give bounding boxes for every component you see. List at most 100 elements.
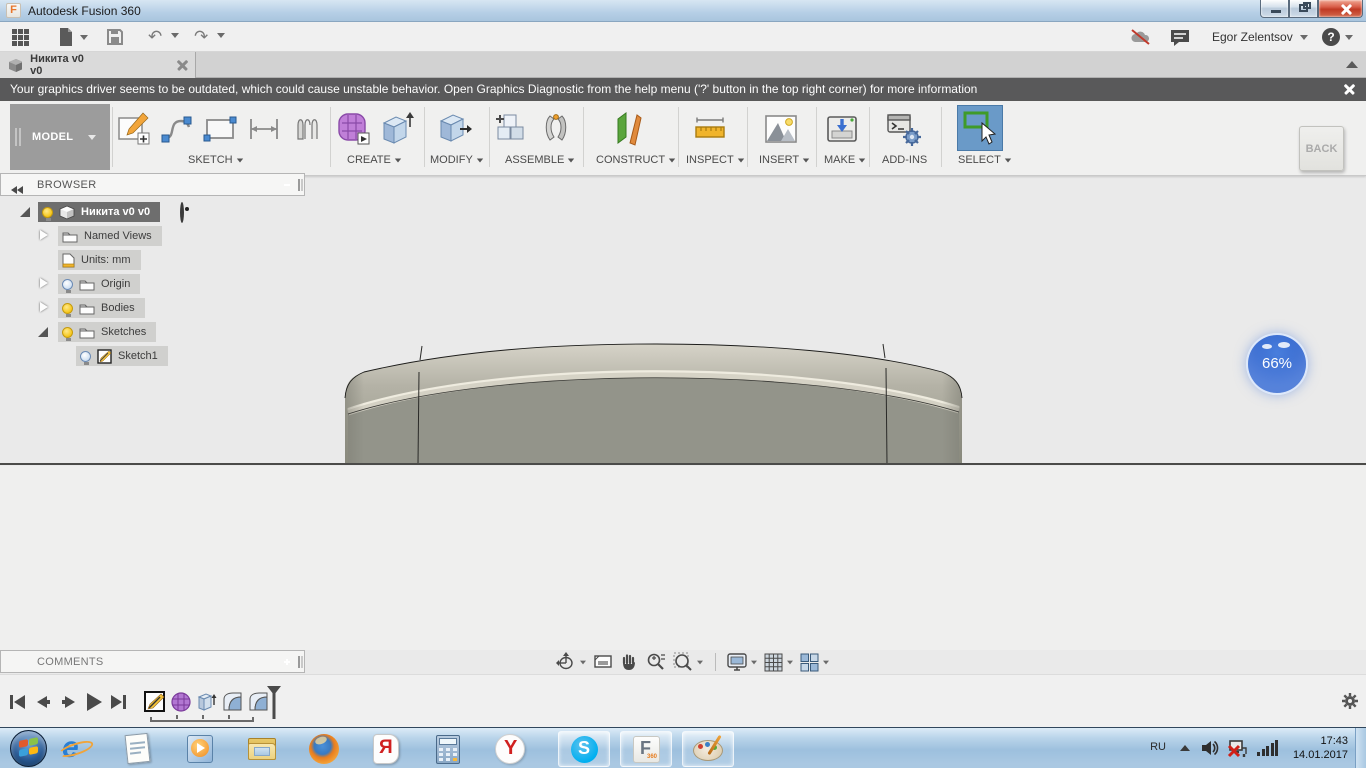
extrude-icon[interactable] [378,111,414,147]
taskbar-calculator[interactable] [432,733,464,765]
taskbar-paint-active[interactable] [682,731,734,767]
ribbon-group-make[interactable]: MAKE [824,154,866,166]
tray-clock[interactable]: 17:43 14.01.2017 [1284,734,1348,762]
user-account-button[interactable]: Egor Zelentsov [1212,30,1308,44]
timeline-form-feature[interactable] [170,691,192,713]
rectangle-tool-icon[interactable] [202,111,238,147]
taskbar-notepad[interactable] [122,732,154,765]
zoom-icon[interactable] [645,652,667,672]
tree-row-bodies[interactable]: Bodies [0,296,306,320]
insert-image-icon[interactable] [763,111,799,147]
create-sketch-icon[interactable] [116,111,152,147]
back-button[interactable]: BACK [1299,126,1344,171]
comments-feed-button[interactable] [1170,29,1190,52]
tree-node-folder[interactable]: Origin [58,274,141,294]
chevron-down-icon[interactable] [823,660,829,664]
expander-collapsed-icon[interactable] [40,230,48,240]
tree-node-sketch[interactable]: Sketch1 [76,346,168,366]
zoom-window-tool[interactable] [673,652,704,672]
undo-button[interactable]: ↶ [148,28,179,47]
press-pull-icon[interactable] [436,111,472,147]
signal-strength-icon[interactable] [1257,740,1278,756]
mirror-tool-icon[interactable] [286,111,322,147]
tree-row-named-views[interactable]: Named Views [0,224,306,248]
restore-button[interactable] [1289,0,1318,18]
offline-status-button[interactable] [1130,29,1152,50]
ribbon-group-create[interactable]: CREATE [347,154,402,166]
grid-display-tool[interactable] [764,653,794,672]
visibility-bulb-off-icon[interactable] [62,278,73,293]
help-button[interactable]: ? [1322,28,1353,46]
activate-component-radio[interactable] [180,202,184,223]
document-tab[interactable]: Никита v0 v0 [0,52,196,78]
timeline-extrude-feature[interactable] [196,691,218,713]
workspace-switcher[interactable]: MODEL [10,104,110,170]
taskbar-file-explorer[interactable] [246,733,278,765]
ribbon-group-select[interactable]: SELECT [958,154,1012,166]
tree-row-sketch1[interactable]: Sketch1 [0,344,306,368]
scripts-addins-icon[interactable] [886,111,922,147]
chevron-down-icon[interactable] [697,660,703,664]
tree-row-sketches[interactable]: Sketches [0,320,306,344]
collapse-toolbar-icon[interactable] [1346,61,1358,68]
timeline-fillet-feature[interactable] [222,691,244,713]
tree-node-folder[interactable]: Sketches [58,322,157,342]
expander-open-icon[interactable] [20,207,30,217]
tray-expand-icon[interactable] [1180,745,1190,751]
timeline-step-back-button[interactable] [34,693,52,711]
timeline-sketch-feature[interactable] [144,691,166,713]
panel-grip[interactable] [298,656,300,668]
visibility-bulb-off-icon[interactable] [80,350,91,365]
ribbon-group-sketch[interactable]: SKETCH [188,154,244,166]
ribbon-group-insert[interactable]: INSERT [759,154,810,166]
chevron-down-icon[interactable] [580,660,586,664]
look-at-icon[interactable] [593,652,613,672]
display-settings-tool[interactable] [727,652,758,672]
timeline-play-button[interactable] [84,691,104,713]
taskbar-yandex[interactable]: Y [494,733,526,765]
panel-grip[interactable] [298,179,300,191]
joint-icon[interactable] [538,111,574,147]
3d-print-icon[interactable] [824,111,860,147]
orbit-tool[interactable] [556,652,587,672]
browser-header[interactable]: BROWSER [0,173,305,196]
timeline-go-end-button[interactable] [110,693,128,711]
redo-button[interactable]: ↷ [194,28,225,47]
chevron-down-icon[interactable] [216,33,225,38]
create-form-icon[interactable] [336,111,372,147]
select-tool-button[interactable] [957,105,1003,151]
close-button[interactable] [1318,0,1363,18]
pan-hand-icon[interactable] [619,652,639,672]
taskbar-firefox[interactable] [308,733,340,765]
timeline-position-marker[interactable] [266,685,282,721]
expander-collapsed-icon[interactable] [40,302,48,312]
tree-node-document[interactable]: Никита v0 v0 [38,202,161,222]
dimension-tool-icon[interactable] [246,111,282,147]
tab-close-icon[interactable] [177,60,187,71]
visibility-bulb-on-icon[interactable] [42,206,53,221]
tree-node-units[interactable]: Units: mm [58,250,141,270]
tree-row-root[interactable]: Никита v0 v0 [0,200,306,224]
timeline-go-start-button[interactable] [8,693,26,711]
model-body[interactable] [338,338,978,464]
tree-node-folder[interactable]: Named Views [58,226,162,246]
tree-row-units[interactable]: Units: mm [0,248,306,272]
expander-collapsed-icon[interactable] [40,278,48,288]
network-disconnected-icon[interactable] [1227,738,1248,758]
visibility-bulb-on-icon[interactable] [62,326,73,341]
tree-node-folder[interactable]: Bodies [58,298,145,318]
taskbar-media-player[interactable] [184,733,216,765]
file-menu-button[interactable] [56,27,89,52]
measure-icon[interactable] [692,111,728,147]
taskbar-internet-explorer[interactable]: e [57,731,95,765]
chevron-down-icon[interactable] [751,660,757,664]
visibility-bulb-on-icon[interactable] [62,302,73,317]
viewport-lower-area[interactable] [0,466,1366,650]
comments-panel-header[interactable]: COMMENTS [0,650,305,673]
tree-row-origin[interactable]: Origin [0,272,306,296]
taskbar-fusion360-active[interactable]: F 360 [620,731,672,767]
taskbar-skype-active[interactable]: S [558,731,610,767]
construct-plane-icon[interactable] [610,111,646,147]
language-indicator[interactable]: RU [1150,741,1166,753]
save-button[interactable] [106,28,124,51]
